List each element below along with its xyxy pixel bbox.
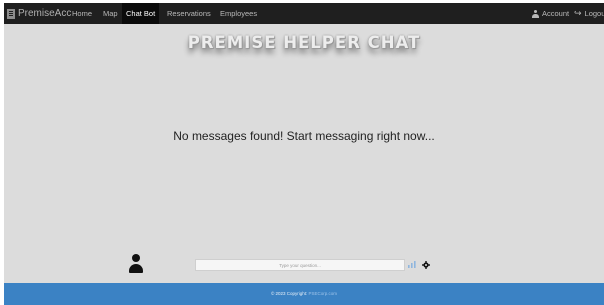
app-window: PremiseAcc Home Map Chat Bot Reservation… <box>4 3 604 305</box>
document-icon <box>7 8 15 19</box>
settings-button[interactable] <box>420 259 431 270</box>
nav-link-reservations[interactable]: Reservations <box>167 3 211 24</box>
gear-icon <box>421 260 430 269</box>
footer-link[interactable]: PSECorp.com <box>309 291 338 296</box>
send-icon <box>407 261 416 268</box>
send-button[interactable] <box>406 259 417 270</box>
footer: © 2023 Copyright: PSECorp.com <box>4 283 604 305</box>
nav-link-employees[interactable]: Employees <box>220 3 257 24</box>
page-title: PREMISE HELPER CHAT <box>187 33 421 52</box>
nav-link-home[interactable]: Home <box>72 3 92 24</box>
top-navbar: PremiseAcc Home Map Chat Bot Reservation… <box>4 3 604 24</box>
empty-messages-text: No messages found! Start messaging right… <box>173 129 435 143</box>
user-icon <box>532 9 539 18</box>
footer-copyright: © 2023 Copyright: <box>270 291 308 296</box>
avatar-icon <box>129 254 143 274</box>
logout-label: Logout <box>584 9 604 18</box>
nav-link-chat-bot[interactable]: Chat Bot <box>122 3 160 24</box>
account-label: Account <box>542 9 570 18</box>
logout-icon: ↪ <box>574 8 582 18</box>
brand[interactable]: PremiseAcc <box>7 6 71 21</box>
chat-input[interactable] <box>195 259 405 271</box>
account-link[interactable]: Account <box>532 3 569 24</box>
brand-name: PremiseAcc <box>18 8 72 19</box>
nav-link-map[interactable]: Map <box>103 3 118 24</box>
logout-link[interactable]: ↪ Logout <box>574 3 604 24</box>
